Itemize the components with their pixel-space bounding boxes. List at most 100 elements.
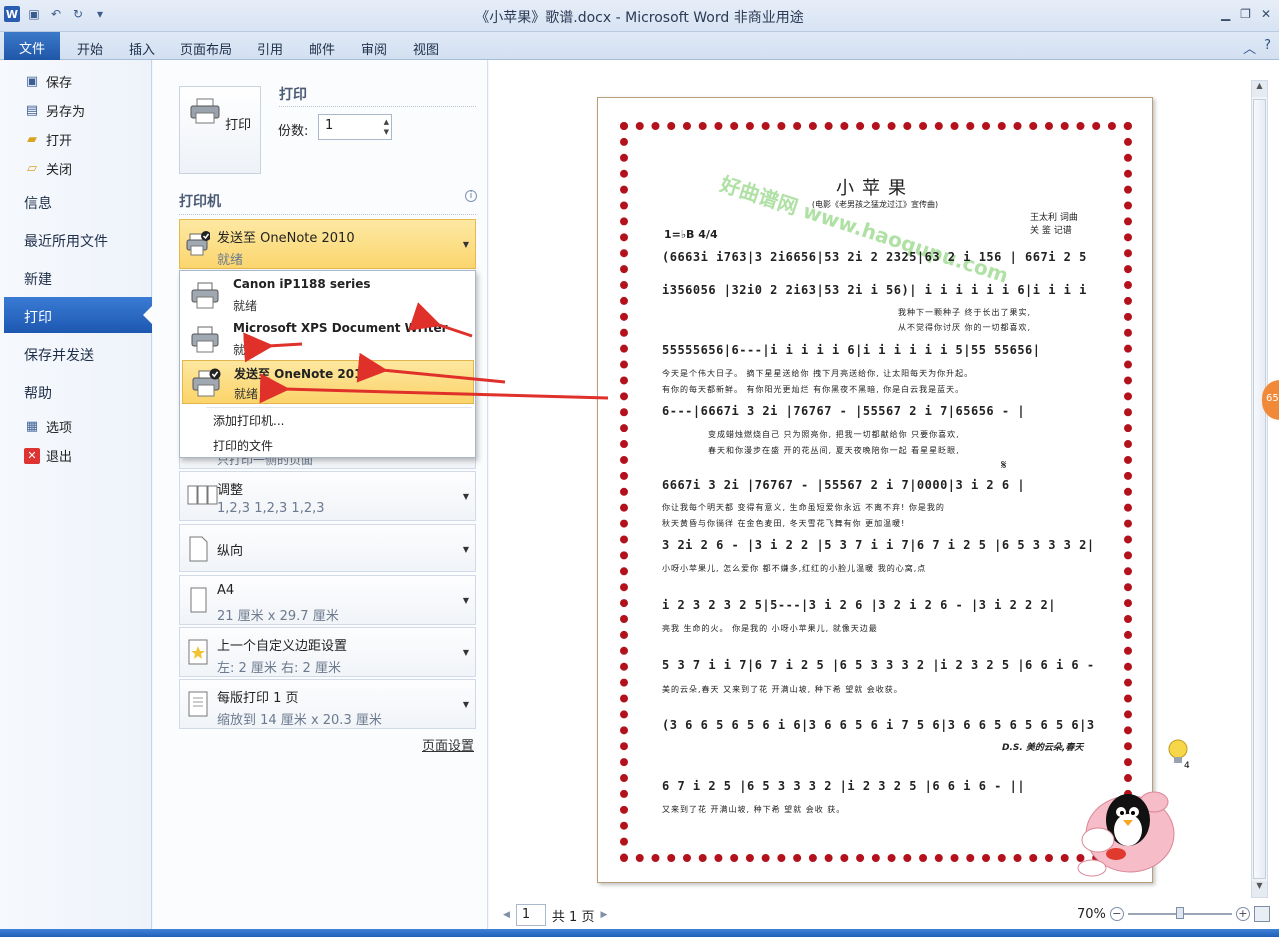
- folder-open-icon: ▰: [27, 132, 37, 147]
- nav-close[interactable]: ▱ 关闭: [24, 159, 72, 178]
- nav-save[interactable]: ▣ 保存: [24, 72, 72, 91]
- printer-dropdown[interactable]: 发送至 OneNote 2010 就绪 ▼: [179, 219, 476, 269]
- printer-option-status: 就绪: [233, 343, 258, 357]
- score-title: 小苹果: [836, 178, 914, 199]
- pages-per-sheet-icon: [188, 691, 208, 717]
- minimize-icon[interactable]: ▁: [1221, 7, 1230, 21]
- scroll-up-icon[interactable]: ▲: [1252, 81, 1267, 97]
- zoom-level[interactable]: 70%: [1077, 907, 1106, 922]
- nav-selection-pointer: [143, 305, 153, 325]
- printer-menu: Canon iP1188 series 就绪 Microsoft XPS Doc…: [179, 270, 476, 458]
- taskbar-edge: [0, 929, 1279, 937]
- pages-per-sheet-dropdown[interactable]: 每版打印 1 页 缩放到 14 厘米 x 20.3 厘米 ▼: [179, 679, 476, 729]
- divider: [179, 214, 476, 215]
- nav-options-label: 选项: [46, 421, 73, 436]
- page-setup-link[interactable]: 页面设置: [422, 735, 474, 754]
- zoom-in-icon[interactable]: +: [1235, 907, 1250, 921]
- notation-line: i 2 3 2 3 2 5|5---|3 i 2 6 |3 2 i 2 6 - …: [662, 598, 1056, 612]
- print-button[interactable]: 打印: [179, 86, 261, 174]
- margins-label: 上一个自定义边距设置: [217, 639, 348, 654]
- nav-exit-label: 退出: [46, 450, 73, 465]
- backstage-nav: ▣ 保存 ▤ 另存为 ▰ 打开 ▱ 关闭 信息 最近所用文件 新建 打印 保存并…: [0, 60, 152, 937]
- spin-arrows-icon[interactable]: ▲ ▼: [384, 117, 389, 137]
- nav-open-label: 打开: [46, 134, 73, 149]
- tab-home[interactable]: 开始: [76, 35, 104, 60]
- close-icon[interactable]: ✕: [1261, 7, 1271, 21]
- margins-dropdown[interactable]: 上一个自定义边距设置 左: 2 厘米 右: 2 厘米 ▼: [179, 627, 476, 677]
- zoom-out-icon[interactable]: −: [1109, 907, 1124, 921]
- tab-file[interactable]: 文件: [4, 32, 60, 60]
- printer-option-canon[interactable]: Canon iP1188 series 就绪: [182, 273, 474, 317]
- nav-save-as[interactable]: ▤ 另存为: [24, 101, 85, 120]
- lyric-line: 我种下一颗种子 终于长出了果实,: [898, 308, 1032, 317]
- print-section-title: 打印: [279, 87, 307, 103]
- printer-option-status: 就绪: [234, 387, 259, 401]
- tab-view[interactable]: 视图: [412, 35, 440, 60]
- scroll-thumb[interactable]: [1253, 99, 1266, 879]
- score-lyricist: 王太利 词曲: [1030, 213, 1078, 223]
- tab-mailings[interactable]: 邮件: [308, 35, 336, 60]
- nav-new[interactable]: 新建: [24, 269, 52, 289]
- nav-save-as-label: 另存为: [46, 105, 86, 120]
- copies-value: 1: [325, 118, 334, 133]
- divider: [279, 106, 476, 107]
- nav-help[interactable]: 帮助: [24, 383, 52, 403]
- next-page-icon[interactable]: ▶: [600, 910, 607, 920]
- copies-stepper[interactable]: 1 ▲ ▼: [318, 114, 392, 140]
- selected-printer-status: 就绪: [217, 253, 244, 268]
- folder-close-icon: ▱: [27, 161, 37, 176]
- page-number-input[interactable]: 1: [515, 904, 546, 926]
- zoom-to-page-icon[interactable]: [1253, 906, 1270, 922]
- printer-option-status: 就绪: [233, 299, 258, 313]
- collate-icon: [187, 485, 218, 505]
- orientation-dropdown[interactable]: 纵向 ▼: [179, 524, 476, 572]
- nav-save-label: 保存: [46, 76, 73, 91]
- printer-option-xps[interactable]: Microsoft XPS Document Writer 就绪: [182, 317, 474, 361]
- add-printer-item[interactable]: 添加打印机...: [213, 412, 284, 429]
- lyric-line: 秋天黄昏与你徜徉 在金色麦田, 冬天雪花飞舞有你 更加温暖!: [662, 519, 906, 528]
- nav-print[interactable]: 打印: [24, 307, 52, 327]
- help-icon[interactable]: ?: [1264, 38, 1271, 57]
- info-icon[interactable]: i: [465, 190, 477, 202]
- lyric-line: 从不觉得你讨厌 你的一切都喜欢,: [898, 323, 1032, 332]
- tab-references[interactable]: 引用: [256, 35, 284, 60]
- paper-icon: [190, 587, 207, 613]
- zoom-slider-thumb[interactable]: [1175, 907, 1184, 919]
- nav-save-send[interactable]: 保存并发送: [24, 345, 94, 365]
- nav-options[interactable]: ▦ 选项: [24, 417, 72, 436]
- minimize-ribbon-icon[interactable]: ︿: [1243, 38, 1256, 57]
- lyric-line: 亮我 生命的火。 你是我的 小呀小苹果儿, 就像天边最: [662, 624, 878, 633]
- lyric-line: 小呀小苹果儿, 怎么爱你 都不嫌多,红红的小脸儿温暖 我的心窝,点: [662, 564, 927, 573]
- nav-recent[interactable]: 最近所用文件: [24, 231, 108, 251]
- tab-insert[interactable]: 插入: [128, 35, 156, 60]
- printer-option-name: Microsoft XPS Document Writer: [233, 321, 448, 335]
- restore-icon[interactable]: ❐: [1240, 7, 1251, 21]
- orientation-label: 纵向: [217, 544, 244, 559]
- nav-info[interactable]: 信息: [24, 193, 52, 213]
- nav-open[interactable]: ▰ 打开: [24, 130, 72, 149]
- score-subtitle: (电影《老男孩之猛龙过江》宣传曲): [811, 200, 939, 209]
- lyric-line: 又来到了花 开满山坡, 种下希 望就 会收 获。: [662, 805, 846, 814]
- prev-page-icon[interactable]: ◀: [503, 910, 510, 920]
- score-key: 1=♭B 4/4: [664, 228, 718, 241]
- ribbon-right-controls: ︿ ?: [1243, 38, 1271, 57]
- printer-icon: [190, 98, 220, 124]
- nav-exit[interactable]: ✕ 退出: [24, 446, 72, 465]
- printer-option-name: Canon iP1188 series: [233, 277, 371, 291]
- lyric-line: 有你的每天都新鲜。 有你阳光更灿烂 有你黑夜不黑暗, 你是白云我是蓝天。: [662, 385, 965, 394]
- printer-option-onenote[interactable]: 发送至 OneNote 2010 就绪: [182, 360, 474, 404]
- zoom-slider[interactable]: [1127, 907, 1232, 919]
- preview-page: 好曲谱网 www.haoqupu.com 小苹果 (电影《老男孩之猛龙过江》宣传…: [597, 97, 1153, 883]
- collate-dropdown[interactable]: 调整 1,2,3 1,2,3 1,2,3 ▼: [179, 471, 476, 521]
- paper-detail: 21 厘米 x 29.7 厘米: [217, 609, 339, 624]
- penguin-mascot-icon: [1077, 791, 1175, 877]
- scroll-down-icon[interactable]: ▼: [1252, 881, 1267, 897]
- tab-page-layout[interactable]: 页面布局: [180, 35, 232, 60]
- collate-detail: 1,2,3 1,2,3 1,2,3: [217, 501, 325, 516]
- selected-printer-name: 发送至 OneNote 2010: [217, 231, 355, 246]
- lightbulb-icon[interactable]: 4: [1166, 738, 1192, 770]
- paper-size-dropdown[interactable]: A4 21 厘米 x 29.7 厘米 ▼: [179, 575, 476, 625]
- print-to-file-item[interactable]: 打印的文件: [213, 437, 273, 454]
- preview-scrollbar[interactable]: ▲ ▼: [1251, 80, 1268, 898]
- tab-review[interactable]: 审阅: [360, 35, 388, 60]
